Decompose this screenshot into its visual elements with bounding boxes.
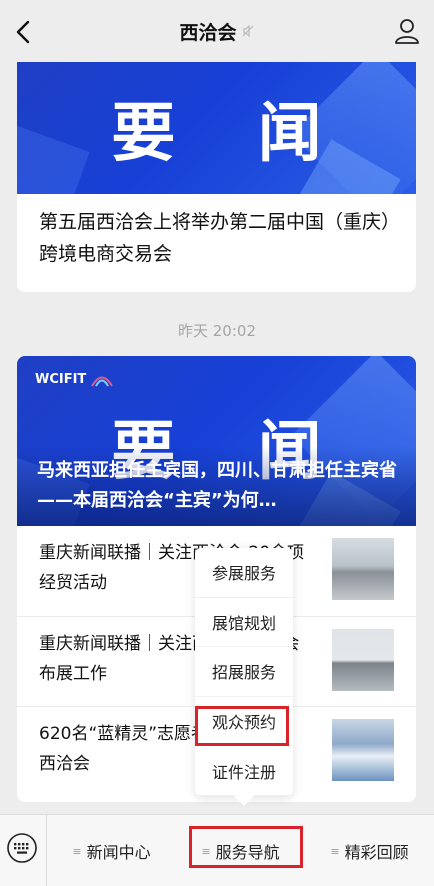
logo-mark-icon [91,376,114,387]
news-headline[interactable]: 第五届西洽会上将举办第二届中国（重庆）跨境电商交易会 [17,194,416,282]
list-item-thumbnail [332,719,394,781]
account-name: 西洽会 [179,21,237,44]
wcifit-logo: WCIFIT [35,372,114,387]
tab-label: 新闻中心 [86,843,151,862]
menu-item-recruitment-service[interactable]: 招展服务 [195,647,293,697]
news-card[interactable]: 要 闻 第五届西洽会上将举办第二届中国（重庆）跨境电商交易会 [17,62,416,292]
message-timestamp: 昨天 20:02 [178,322,256,340]
bottom-menu-bar: ≡ 新闻中心 ≡ 服务导航 ≡ 精彩回顾 [0,814,434,886]
menu-tab-service-nav[interactable]: ≡ 服务导航 [176,815,305,886]
menu-tab-highlights[interactable]: ≡ 精彩回顾 [305,815,434,886]
news-banner[interactable]: WCIFIT 要 闻 马来西亚担任主宾国，四川、甘肃担任主宾省——本届西洽会“主… [17,356,416,526]
list-item-thumbnail [332,538,394,600]
service-submenu: 参展服务 展馆规划 招展服务 观众预约 证件注册 [195,548,293,806]
menu-item-venue-plan[interactable]: 展馆规划 [195,598,293,648]
news-banner: 要 闻 [17,62,416,194]
page-title: 西洽会 [179,18,254,45]
menu-lines-icon: ≡ [72,844,82,858]
menu-lines-icon: ≡ [330,844,340,858]
mute-icon [242,24,253,38]
tab-label: 服务导航 [215,843,280,862]
chevron-left-icon[interactable] [10,16,38,48]
banner-title: 要 闻 [111,97,352,171]
menu-item-exhibitor-service[interactable]: 参展服务 [195,548,293,598]
menu-item-visitor-reservation[interactable]: 观众预约 [195,697,293,747]
keyboard-icon[interactable] [6,832,38,864]
menu-lines-icon: ≡ [201,844,211,858]
top-bar: 西洽会 [0,0,434,62]
lead-headline: 马来西亚担任主宾国，四川、甘肃担任主宾省——本届西洽会“主宾”为何… [37,460,397,511]
user-icon[interactable] [392,16,422,46]
list-item-thumbnail [332,629,394,691]
tab-label: 精彩回顾 [344,843,409,862]
menu-tab-news-center[interactable]: ≡ 新闻中心 [47,815,176,886]
